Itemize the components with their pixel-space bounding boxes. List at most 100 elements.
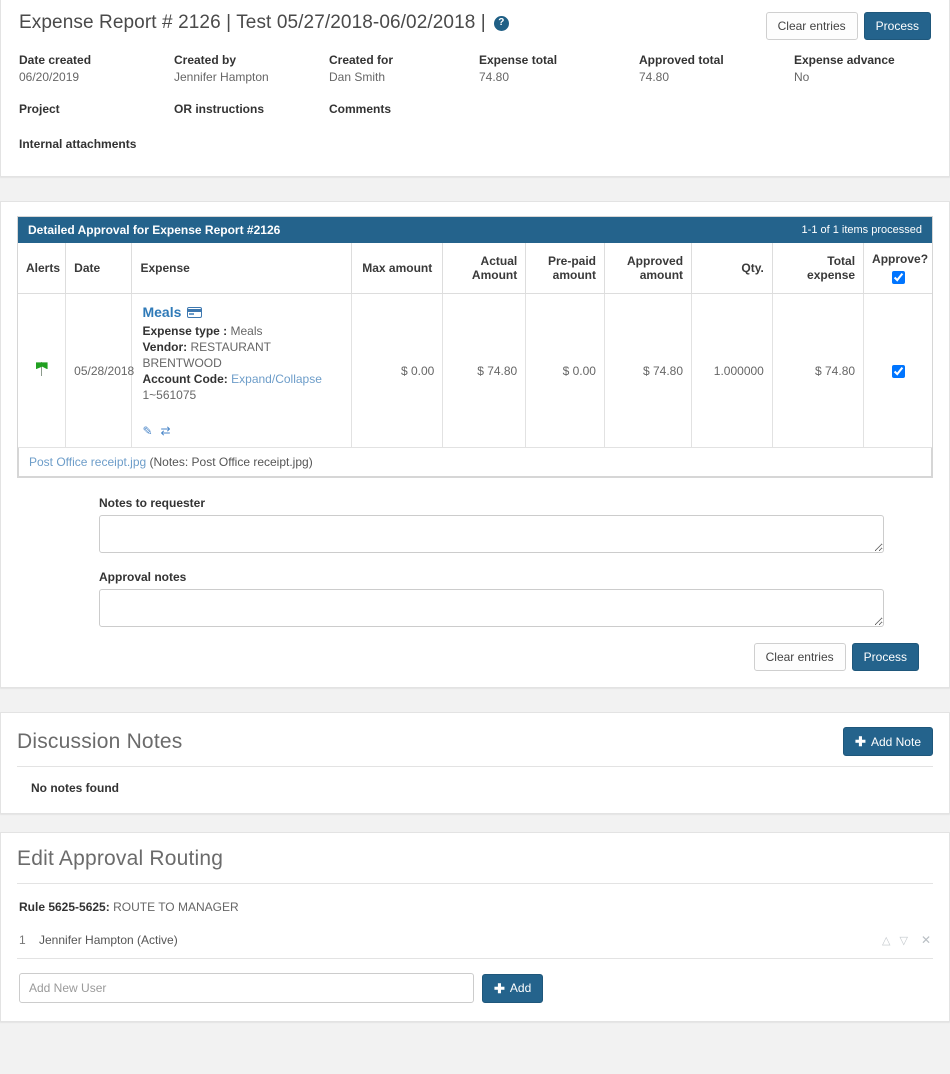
col-header-actual-amount: Actual Amount [442, 243, 527, 295]
clear-entries-button[interactable]: Clear entries [765, 12, 858, 40]
col-header-approved-amount: Approved amount [604, 243, 693, 295]
chevron-up-icon[interactable]: △ [882, 934, 890, 947]
account-code-value: 1~561075 [142, 388, 197, 403]
notes-to-requester-input[interactable] [99, 515, 884, 554]
account-code-expand-collapse-link[interactable]: Expand/Collapse [231, 372, 322, 386]
col-header-approved-line2: amount [639, 268, 684, 283]
routing-rule-line: Rule 5625-5625: ROUTE TO MANAGER [17, 884, 933, 914]
add-note-button[interactable]: ✚ Add Note [843, 727, 933, 757]
meta-label-approved-total: Approved total [639, 53, 724, 67]
approval-table-caption: Detailed Approval for Expense Report #21… [18, 217, 932, 243]
routing-entry-index: 1 [19, 933, 26, 948]
notes-to-requester-label: Notes to requester [99, 496, 206, 511]
cell-expense: Meals Expense type : Meals Vendor: RESTA… [131, 293, 353, 449]
panel-gap-1 [0, 177, 950, 201]
panel-gap-2 [0, 688, 950, 712]
approval-table-wrapper: Detailed Approval for Expense Report #21… [17, 216, 933, 479]
vendor-label: Vendor: [142, 340, 188, 355]
help-icon[interactable]: ? [493, 15, 509, 31]
col-header-prepaid-line2: amount [552, 268, 596, 283]
routing-rule-value: ROUTE TO MANAGER [113, 900, 239, 915]
col-header-alerts: Alerts [18, 243, 67, 295]
cell-approved-amount: $ 74.80 [604, 293, 693, 449]
attachment-link[interactable]: Post Office receipt.jpg [29, 455, 146, 469]
discussion-notes-header: Discussion Notes ✚ Add Note [17, 727, 933, 768]
meta-label-internal-attachments: Internal attachments [19, 137, 137, 151]
account-code-line: Account Code: Expand/Collapse [142, 371, 343, 387]
meta-label-created-for: Created for [329, 53, 394, 67]
expense-type-line: Expense type : Meals [142, 323, 343, 339]
header-actions: Clear entries Process [765, 10, 931, 40]
edit-approval-routing-panel: Edit Approval Routing Rule 5625-5625: RO… [0, 832, 950, 1023]
meta-value-date-created: 06/20/2019 [19, 70, 80, 84]
approval-notes-input[interactable] [99, 589, 884, 628]
approve-all-checkbox[interactable] [891, 271, 905, 285]
notes-gap [99, 553, 851, 570]
add-user-button[interactable]: ✚ Add [482, 973, 544, 1003]
cell-max-amount: $ 0.00 [351, 293, 444, 449]
panel-gap-3 [0, 814, 950, 832]
meta-value-approved-total: 74.80 [639, 70, 670, 84]
routing-entry-actions: △ ▽ ✕ [882, 933, 931, 947]
page-title-text: Expense Report # 2126 | Test 05/27/2018-… [19, 12, 486, 33]
routing-entry-name: Jennifer Hampton (Active) [39, 933, 178, 948]
meta-label-project: Project [19, 102, 60, 116]
expense-type-value: Meals [230, 324, 263, 339]
routing-rule-label: Rule 5625-5625: [19, 900, 110, 915]
approval-table: Alerts Date Expense Max amount Actual Am… [18, 243, 932, 449]
approval-clear-entries-button[interactable]: Clear entries [753, 643, 846, 672]
chevron-down-icon[interactable]: ▽ [899, 934, 907, 947]
approval-table-header-row: Alerts Date Expense Max amount Actual Am… [18, 243, 932, 295]
expense-name-link[interactable]: Meals [142, 304, 343, 320]
approval-notes-area: Notes to requester Approval notes [17, 478, 933, 628]
attachment-row: Post Office receipt.jpg (Notes: Post Off… [18, 448, 932, 478]
approve-row-checkbox[interactable] [891, 364, 905, 378]
list-item: 1 Jennifer Hampton (Active) △ ▽ ✕ [17, 922, 933, 960]
cell-total-expense: $ 74.80 [772, 293, 865, 449]
meta-value-created-by: Jennifer Hampton [174, 70, 269, 84]
approval-process-button[interactable]: Process [851, 643, 919, 672]
process-button[interactable]: Process [863, 12, 931, 40]
col-header-approve-label: Approve? [872, 252, 929, 266]
meta-label-comments: Comments [329, 102, 392, 116]
report-meta-row-2: Project OR instructions Comments [19, 102, 931, 119]
meta-value-created-for: Dan Smith [329, 70, 386, 84]
report-meta-row-1: Date created Created by Created for Expe… [19, 53, 931, 84]
add-user-row: ✚ Add [17, 959, 933, 1004]
close-icon[interactable]: ✕ [921, 933, 931, 947]
approval-actions: Clear entries Process [17, 627, 933, 673]
add-user-input[interactable] [19, 973, 474, 1004]
expense-type-label: Expense type : [142, 324, 228, 339]
add-user-label: Add [509, 981, 532, 996]
col-header-expense: Expense [131, 243, 353, 295]
cell-approve [863, 293, 932, 449]
meta-value-expense-advance: No [794, 70, 810, 84]
approve-all-checkbox-wrap [872, 270, 924, 285]
cell-qty: 1.000000 [691, 293, 773, 449]
green-flag-icon[interactable] [35, 361, 49, 377]
add-note-label: Add Note [870, 734, 921, 749]
meta-label-or-instructions: OR instructions [174, 102, 265, 116]
attachment-note: (Notes: Post Office receipt.jpg) [149, 455, 313, 470]
col-header-total-expense: Total expense [772, 243, 865, 295]
report-header-panel: Expense Report # 2126 | Test 05/27/2018-… [0, 0, 950, 177]
col-header-actual-line2: Amount [471, 268, 518, 283]
discussion-notes-empty-text: No notes found [31, 781, 119, 796]
vendor-line: Vendor: RESTAURANT BRENTWOOD [142, 339, 343, 371]
col-header-approve: Approve? [863, 243, 932, 295]
approval-caption-text: Detailed Approval for Expense Report #21… [28, 223, 281, 237]
pencil-icon[interactable]: ✎ [142, 425, 152, 437]
expense-report-page: Expense Report # 2126 | Test 05/27/2018-… [0, 0, 950, 1074]
cell-prepaid-amount: $ 0.00 [525, 293, 605, 449]
col-header-max-amount: Max amount [351, 243, 444, 295]
shuffle-icon[interactable]: ⇄ [161, 425, 171, 437]
table-row: 05/28/2018 Meals Expense type : Meals Ve… [18, 293, 932, 449]
col-header-qty: Qty. [691, 243, 773, 295]
report-meta-row-3: Internal attachments [19, 137, 931, 154]
col-header-date: Date [65, 243, 133, 295]
approval-notes-label: Approval notes [99, 570, 187, 585]
col-header-prepaid-amount: Pre-paid amount [525, 243, 605, 295]
detailed-approval-panel: Detailed Approval for Expense Report #21… [0, 201, 950, 689]
col-header-approved-line1: Approved [627, 254, 684, 269]
report-header-top: Expense Report # 2126 | Test 05/27/2018-… [19, 10, 931, 40]
